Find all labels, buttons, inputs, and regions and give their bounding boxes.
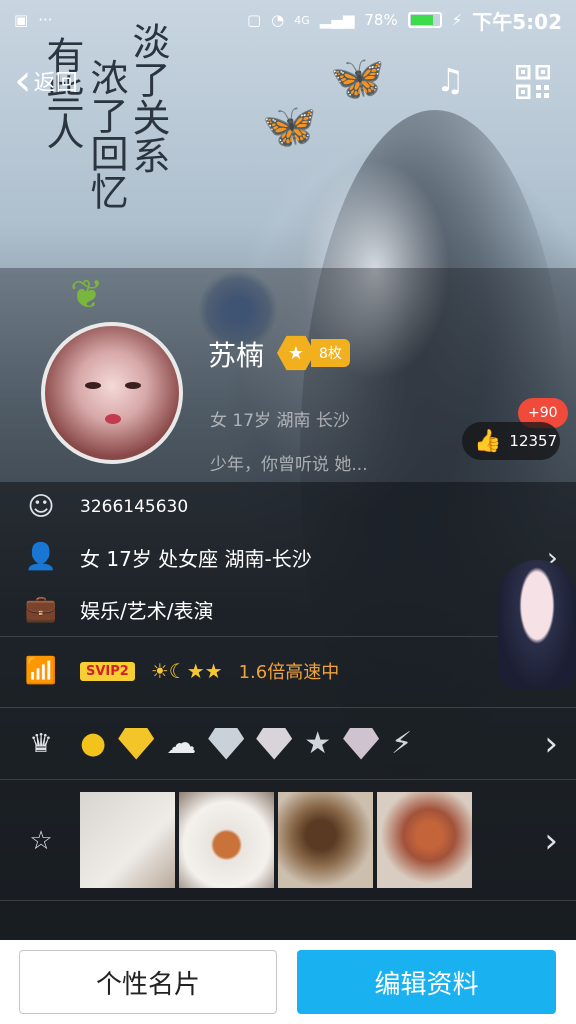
- medal-badge[interactable]: ★ 8枚: [277, 334, 350, 372]
- crown-icon: ♛: [29, 729, 53, 759]
- photo-thumbnail[interactable]: [377, 792, 472, 888]
- notification-icon: ▣: [14, 11, 29, 29]
- divider: [0, 900, 576, 901]
- vip-speed-status: 1.6倍高速中: [238, 662, 340, 683]
- bottom-action-bar: 个性名片 编辑资料: [0, 940, 576, 1024]
- person-icon: 👤: [24, 542, 58, 572]
- photo-wall: [80, 792, 472, 888]
- back-label: 返回: [33, 71, 78, 96]
- like-button[interactable]: 👍 12357: [462, 422, 560, 460]
- avatar[interactable]: [41, 322, 183, 464]
- more-notifications-icon: ···: [38, 11, 53, 29]
- divider: [0, 636, 576, 637]
- medal-count: 8枚: [311, 339, 350, 367]
- battery-icon: [407, 12, 442, 28]
- qr-code-icon: [515, 64, 551, 100]
- music-note-icon: ♫: [436, 61, 465, 99]
- qq-number-row: ☺ 3266145630: [0, 488, 576, 526]
- chevron-right-icon: ›: [544, 821, 558, 861]
- svip-badge: SVIP2: [80, 661, 135, 681]
- photo-thumbnail[interactable]: [80, 792, 175, 888]
- level-icons: ☀☾★★: [150, 659, 223, 683]
- penguin-icon: ☺: [27, 492, 55, 522]
- personal-info: 女 17岁 处女座 湖南-长沙: [80, 546, 312, 571]
- like-count: 12357: [509, 432, 558, 450]
- qq-penguin-badge-icon: ●: [80, 726, 107, 761]
- gold-gem-badge-icon: [118, 727, 155, 760]
- music-play-button[interactable]: ♫: [436, 61, 465, 99]
- back-button[interactable]: ‹ 返回: [14, 59, 78, 103]
- star-outline-icon: ☆: [29, 826, 53, 856]
- basic-info: 女 17岁 湖南 长沙: [210, 411, 350, 431]
- edit-profile-button[interactable]: 编辑资料: [297, 950, 556, 1014]
- diamond-lv1-badge-icon: [208, 727, 245, 760]
- pink-diamond-badge-icon: [343, 727, 380, 760]
- divider: [0, 707, 576, 708]
- lightning-badge-icon: ⚡: [391, 726, 413, 761]
- clock: 下午5:02: [472, 9, 562, 34]
- network-label: 4G: [294, 13, 310, 27]
- charging-icon: ⚡: [451, 11, 463, 29]
- briefcase-icon: 💼: [24, 594, 58, 624]
- thumbs-up-icon: 👍: [474, 428, 502, 454]
- personal-card-button[interactable]: 个性名片: [19, 950, 277, 1014]
- cloud-badge-icon: ☁: [166, 726, 197, 761]
- vip-row[interactable]: 📶 SVIP2 ☀☾★★ 1.6倍高速中: [0, 648, 576, 694]
- battery-percent: 78%: [364, 11, 398, 29]
- qq-number: 3266145630: [80, 497, 189, 517]
- photo-thumbnail[interactable]: [278, 792, 373, 888]
- sprout-icon: ❦: [70, 272, 104, 318]
- star-badge-icon: ★: [304, 726, 332, 761]
- occupation: 娱乐/艺术/表演: [80, 598, 214, 623]
- sim-icon: ▢: [246, 11, 262, 29]
- badges-row[interactable]: ♛ ● ☁ ★ ⚡ ›: [0, 720, 576, 768]
- signature[interactable]: 少年，你曾听说 她...: [210, 450, 368, 475]
- qr-code-button[interactable]: [515, 64, 551, 100]
- signal-icon: ▂▄▆: [319, 11, 355, 29]
- photo-thumbnail[interactable]: [179, 792, 274, 888]
- badge-list: ● ☁ ★ ⚡: [80, 726, 412, 761]
- nickname: 苏楠: [208, 339, 265, 372]
- status-bar: ▣ ··· ▢ ◔ 4G ▂▄▆ 78% ⚡ 下午5:02: [0, 0, 576, 40]
- occupation-row[interactable]: 💼 娱乐/艺术/表演: [0, 587, 576, 631]
- anime-mascot[interactable]: [498, 560, 576, 690]
- star-medal-icon: ★: [277, 335, 315, 371]
- divider: [0, 779, 576, 780]
- personal-info-row[interactable]: 👤 女 17岁 处女座 湖南-长沙 ›: [0, 535, 576, 579]
- chevron-right-icon: ›: [544, 724, 558, 764]
- level-chart-icon: 📶: [24, 656, 58, 686]
- wifi-icon: ◔: [271, 11, 285, 29]
- chevron-left-icon: ‹: [14, 55, 32, 106]
- top-navigation: ‹ 返回 ♫: [0, 55, 576, 115]
- diamond-badge-icon: [256, 727, 293, 760]
